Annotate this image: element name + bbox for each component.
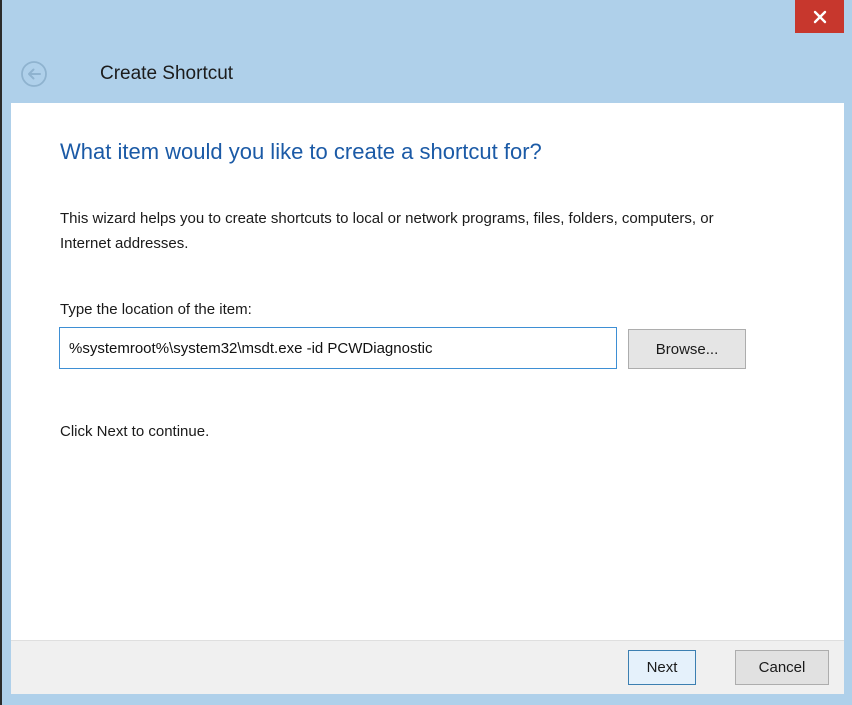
- back-button[interactable]: [20, 60, 48, 88]
- cancel-button[interactable]: Cancel: [735, 650, 829, 685]
- continue-instruction: Click Next to continue.: [60, 423, 210, 440]
- create-shortcut-window: Create Shortcut What item would you like…: [0, 0, 852, 705]
- close-button[interactable]: [795, 0, 844, 33]
- wizard-description: This wizard helps you to create shortcut…: [60, 210, 714, 252]
- location-input[interactable]: [59, 327, 617, 369]
- next-button[interactable]: Next: [628, 650, 696, 685]
- window-edge: [0, 0, 2, 705]
- wizard-content: What item would you like to create a sho…: [11, 103, 844, 640]
- close-icon: [813, 10, 826, 23]
- page-heading: What item would you like to create a sho…: [60, 139, 542, 164]
- wizard-footer: Next Cancel: [11, 640, 844, 694]
- browse-button[interactable]: Browse...: [628, 329, 746, 369]
- back-arrow-icon: [21, 61, 47, 87]
- window-title: Create Shortcut: [100, 63, 234, 84]
- location-label: Type the location of the item:: [60, 301, 252, 318]
